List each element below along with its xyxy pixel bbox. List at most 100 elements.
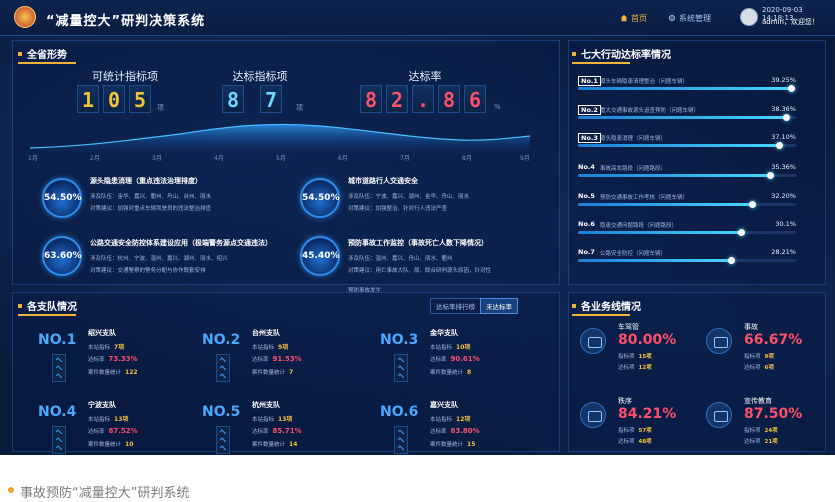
team-stat-value: 85.71% — [272, 427, 302, 435]
business-line-stat: 指标项 57项 — [618, 426, 652, 434]
calendar-icon — [580, 328, 606, 354]
counter-digit: 8 — [438, 85, 460, 113]
axis-tick: 8月 — [462, 155, 472, 162]
counter-digit: 8 — [360, 85, 382, 113]
rank-progress-bar — [578, 201, 796, 208]
team-stat-label: 本站指标 — [252, 345, 275, 351]
ranking-title: 七大行动达标率情况 — [572, 46, 702, 64]
team-name: 宁波支队 — [88, 401, 116, 409]
gear-icon — [669, 15, 675, 21]
stat-value: 24项 — [764, 428, 778, 434]
item-advice: 对策建议：用亡事故大队、局、联合研判源头原因，针对性 — [348, 268, 492, 274]
item-advice: 对策建议：加强对重点车辆驾驶员的违法整治排查 — [90, 206, 212, 212]
rank-progress-fill — [578, 231, 743, 234]
monitor-icon — [706, 402, 732, 428]
rank-number: No.6 — [578, 220, 595, 228]
rank-progress-knob — [783, 114, 791, 121]
rank-row: No.7 公路安全防控（问题车辆） 28.21% — [578, 248, 796, 264]
teams-title: 各支队情况 — [18, 298, 77, 316]
business-line-name: 事故 — [744, 323, 758, 331]
rank-row: No.2 重大交通事故源头追查预防（问题车辆） 38.36% — [578, 105, 796, 121]
rank-percent: 32.20% — [771, 192, 796, 200]
rank-by-rate-button[interactable]: 达标率排行榜 — [430, 298, 481, 314]
stat-label: 指标项 — [618, 428, 635, 434]
axis-tick: 9月 — [520, 155, 530, 162]
counter-unit: 项 — [296, 104, 303, 112]
business-line-name: 宣传教育 — [744, 397, 772, 405]
team-stat-label: 达标率 — [88, 357, 105, 363]
team-stat: 本站指标 7项 — [88, 342, 124, 351]
counter-digit: 5 — [129, 85, 151, 113]
team-stat: 本站指标 13项 — [88, 414, 128, 423]
team-stat: 案件数量统计 7 — [252, 368, 293, 376]
rank-percent: 35.36% — [771, 163, 796, 171]
team-stat: 达标率 85.71% — [252, 427, 302, 435]
stat-value: 15项 — [638, 354, 652, 360]
app-title: “减量控大”研判决策系统 — [46, 14, 206, 29]
item-title: 预防事故工作监控（事故死亡人数下降情况） — [348, 239, 488, 247]
axis-tick: 7月 — [400, 155, 410, 162]
rank-progress-fill — [578, 87, 792, 90]
user-greeting[interactable]: admin，欢迎您！ — [762, 17, 819, 27]
rank-description: 公路安全防控（问题车辆） — [600, 251, 667, 257]
user-avatar[interactable] — [740, 8, 758, 26]
counter-label-passed: 达标指标项 — [232, 70, 288, 83]
chevron-up-icon — [216, 354, 230, 382]
counter-digit: . — [412, 85, 434, 113]
counter-unit: 项 — [157, 104, 164, 112]
team-stat: 案件数量统计 15 — [430, 440, 475, 448]
rank-progress-fill — [578, 144, 781, 147]
figure-caption: 事故预防“减量控大”研判系统 — [20, 486, 190, 501]
team-rank-label: NO.2 — [202, 332, 241, 348]
item-teams: 涉及队伍：金华、嘉兴、衢州、舟山、台州、丽水 — [90, 194, 212, 200]
not-up-to-standard-button[interactable]: 未达标率 — [480, 298, 518, 314]
business-line-rate: 80.00% — [618, 332, 677, 348]
rank-progress-knob — [787, 85, 795, 92]
rank-number: No.3 — [578, 133, 601, 143]
team-stat-label: 达标率 — [252, 429, 269, 435]
rank-number: No.2 — [578, 105, 601, 115]
chevron-up-icon — [52, 354, 66, 382]
axis-tick: 2月 — [90, 155, 100, 162]
team-stat: 达标率 83.80% — [430, 427, 480, 435]
counter-label-countable: 可统计指标项 — [92, 70, 158, 83]
rank-progress-fill — [578, 174, 771, 177]
team-stat: 本站指标 9项 — [252, 342, 288, 351]
rank-progress-fill — [578, 259, 732, 262]
stat-label: 达标项 — [744, 439, 761, 445]
rank-progress-knob — [776, 142, 784, 149]
team-rank-label: NO.3 — [380, 332, 419, 348]
nav-home[interactable]: 首页 — [620, 13, 647, 24]
car-accident-icon — [706, 328, 732, 354]
team-stat: 案件数量统计 14 — [252, 440, 297, 448]
axis-tick: 6月 — [338, 155, 348, 162]
rate-gauge: 63.60% — [42, 236, 82, 276]
team-stat-value: 13项 — [114, 416, 129, 423]
rank-progress-bar — [578, 85, 796, 92]
rank-description: 事故高发路段（问题路段） — [600, 166, 667, 172]
team-name: 台州支队 — [252, 329, 280, 337]
team-stat-value: 10 — [125, 441, 134, 448]
business-line-stat: 达标项 21项 — [744, 437, 778, 445]
rank-row: No.5 预防交通事故工作考核（问题车辆） 32.20% — [578, 192, 796, 208]
counter-label-rate: 达标率 — [408, 70, 442, 83]
rank-row: No.3 源头隐患消理（问题车辆） 37.10% — [578, 133, 796, 149]
trend-wave — [30, 123, 530, 154]
team-name: 嘉兴支队 — [430, 401, 458, 409]
clipboard-icon — [580, 402, 606, 428]
caption-bullet — [8, 487, 14, 493]
stat-value: 12项 — [638, 365, 652, 371]
team-rank-label: NO.1 — [38, 332, 77, 348]
team-stat: 达标率 91.53% — [252, 355, 302, 363]
team-stat-value: 7 — [289, 369, 294, 376]
rank-percent: 28.21% — [771, 248, 796, 256]
business-line-name: 车驾管 — [618, 323, 639, 331]
stat-value: 9项 — [764, 354, 774, 360]
team-stat-label: 案件数量统计 — [252, 370, 286, 376]
overview-title: 全省形势 — [18, 46, 76, 64]
team-stat-value: 90.61% — [450, 355, 480, 363]
nav-system-management[interactable]: 系统管理 — [668, 13, 711, 24]
rate-gauge: 54.50% — [42, 178, 82, 218]
dashboard-screen: “减量控大”研判决策系统 首页 系统管理 2020-09-03 14:18:13… — [0, 0, 835, 455]
stat-label: 达标项 — [744, 365, 761, 371]
